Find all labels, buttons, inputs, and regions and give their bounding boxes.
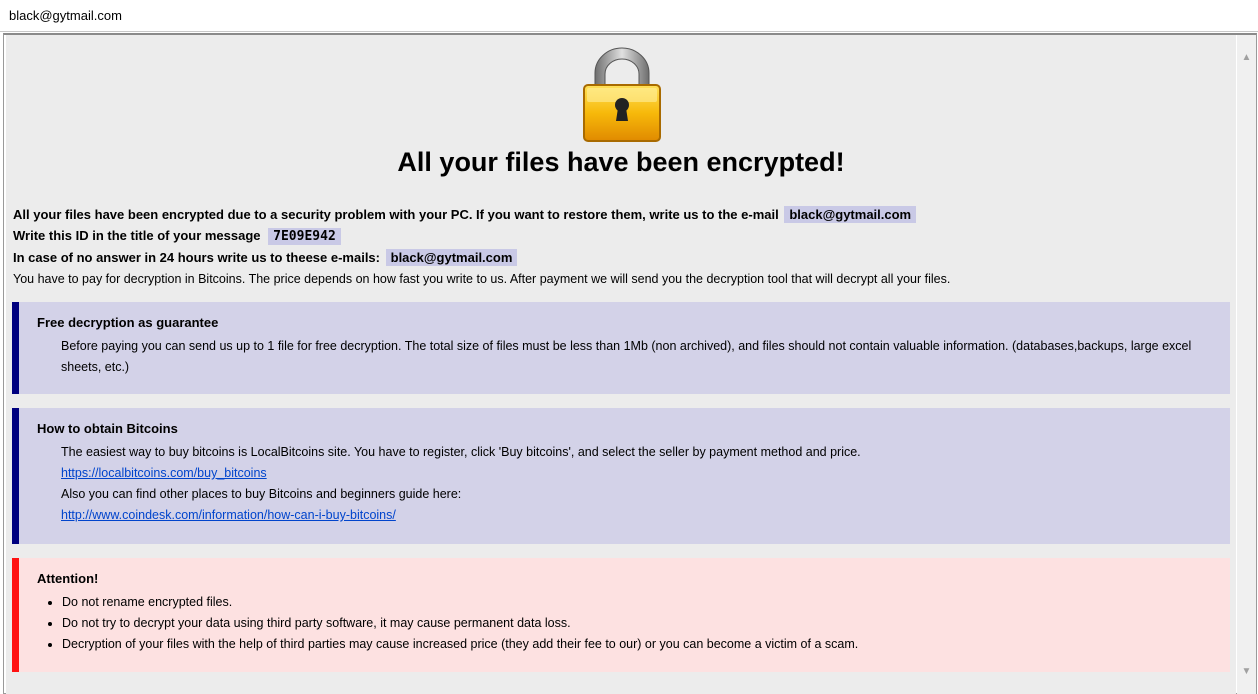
guarantee-box: Free decryption as guarantee Before payi… (12, 302, 1230, 394)
guarantee-text: Before paying you can send us up to 1 fi… (61, 339, 1192, 374)
bitcoins-box: How to obtain Bitcoins The easiest way t… (12, 408, 1230, 544)
attention-box: Attention! Do not rename encrypted files… (12, 558, 1230, 672)
window-titlebar: black@gytmail.com (0, 0, 1258, 32)
intro-line-backup-email: In case of no answer in 24 hours write u… (13, 249, 518, 266)
contact-email-1[interactable]: black@gytmail.com (784, 206, 917, 223)
intro-line-id: Write this ID in the title of your messa… (13, 228, 341, 245)
attention-list: Do not rename encrypted files. Do not tr… (37, 592, 1200, 655)
scroll-up-arrow-icon[interactable]: ▲ (1237, 49, 1256, 66)
attention-title: Attention! (37, 571, 99, 586)
victim-id[interactable]: 7E09E942 (268, 228, 341, 245)
ransom-note-content: All your files have been encrypted! All … (6, 35, 1236, 694)
attention-item: Decryption of your files with the help o… (62, 634, 1200, 655)
guarantee-title: Free decryption as guarantee (37, 315, 219, 330)
vertical-scrollbar[interactable]: ▲ ▼ (1237, 35, 1256, 694)
bitcoins-text-2: Also you can find other places to buy Bi… (61, 487, 462, 501)
attention-item: Do not rename encrypted files. (62, 592, 1200, 613)
window-title: black@gytmail.com (9, 8, 122, 23)
attention-item: Do not try to decrypt your data using th… (62, 613, 1200, 634)
padlock-icon (583, 47, 661, 142)
intro-text-2: Write this ID in the title of your messa… (13, 228, 261, 243)
scroll-down-arrow-icon[interactable]: ▼ (1237, 663, 1256, 680)
bitcoins-text-1: The easiest way to buy bitcoins is Local… (61, 445, 861, 459)
intro-line-email: All your files have been encrypted due t… (13, 206, 917, 223)
coindesk-link[interactable]: http://www.coindesk.com/information/how-… (61, 508, 396, 522)
intro-text-4: You have to pay for decryption in Bitcoi… (13, 272, 951, 286)
intro-text-3: In case of no answer in 24 hours write u… (13, 250, 380, 265)
localbitcoins-link[interactable]: https://localbitcoins.com/buy_bitcoins (61, 466, 267, 480)
headline: All your files have been encrypted! (397, 147, 845, 177)
bitcoins-title: How to obtain Bitcoins (37, 421, 178, 436)
intro-text-1: All your files have been encrypted due t… (13, 207, 779, 222)
contact-email-2[interactable]: black@gytmail.com (385, 249, 518, 266)
